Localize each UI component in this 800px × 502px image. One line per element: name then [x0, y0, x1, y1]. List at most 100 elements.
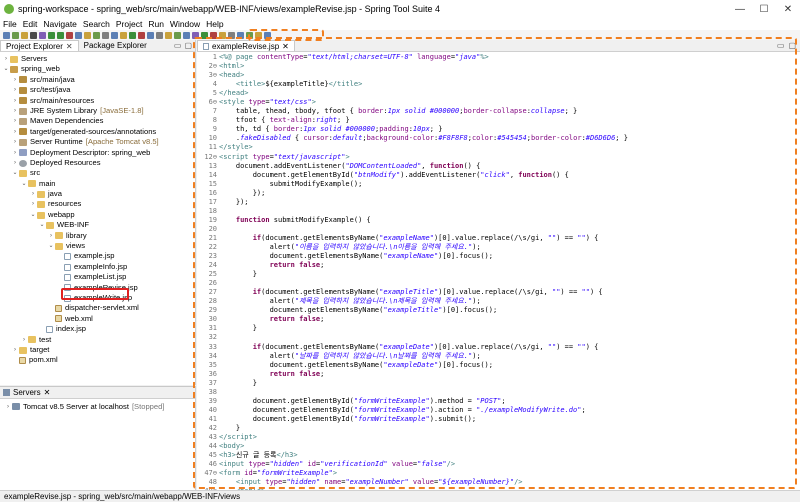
chevron-down-icon[interactable]: ⌄: [2, 64, 10, 74]
tree-item[interactable]: › java: [0, 189, 195, 199]
chevron-right-icon[interactable]: ›: [11, 158, 19, 168]
tree-item[interactable]: ⌄ views: [0, 241, 195, 251]
chevron-down-icon[interactable]: ⌄: [47, 241, 55, 251]
toolbar-button[interactable]: [165, 31, 172, 39]
menu-help[interactable]: Help: [206, 19, 223, 29]
chevron-down-icon[interactable]: ⌄: [20, 179, 28, 189]
toolbar-button[interactable]: [84, 31, 91, 39]
toolbar-button[interactable]: [120, 31, 127, 39]
chevron-down-icon[interactable]: ⌄: [29, 210, 37, 220]
maximize-button[interactable]: ☐: [752, 4, 776, 15]
toolbar-button[interactable]: [3, 31, 10, 39]
tree-item[interactable]: exampleList.jsp: [0, 272, 195, 282]
toolbar-button[interactable]: [12, 31, 19, 39]
tree-item[interactable]: › Server Runtime [Apache Tomcat v8.5]: [0, 137, 195, 147]
code-area[interactable]: 1 <%@ page contentType="text/html;charset…: [197, 52, 800, 502]
toolbar-button[interactable]: [93, 31, 100, 39]
tree-item[interactable]: exampleInfo.jsp: [0, 262, 195, 272]
close-button[interactable]: ✕: [776, 4, 800, 15]
menu-navigate[interactable]: Navigate: [43, 19, 77, 29]
tree-item[interactable]: index.jsp: [0, 324, 195, 334]
tab-project-explorer[interactable]: Project Explorer ✕: [0, 40, 79, 51]
toolbar-button[interactable]: [111, 31, 118, 39]
toolbar-button[interactable]: [21, 31, 28, 39]
chevron-right-icon[interactable]: ›: [11, 148, 19, 158]
toolbar-button[interactable]: [30, 31, 37, 39]
tree-item[interactable]: › Deployment Descriptor: spring_web: [0, 148, 195, 158]
toolbar-button[interactable]: [219, 31, 226, 39]
toolbar-button[interactable]: [48, 31, 55, 39]
tab-servers[interactable]: Servers: [13, 388, 41, 397]
toolbar-button[interactable]: [237, 31, 244, 39]
menu-window[interactable]: Window: [170, 19, 200, 29]
chevron-right-icon[interactable]: ›: [11, 116, 19, 126]
chevron-right-icon[interactable]: ›: [11, 137, 19, 147]
tab-exampleRevise-jsp[interactable]: exampleRevise.jsp ✕: [197, 40, 295, 51]
tree-item[interactable]: ⌄ spring_web: [0, 64, 195, 74]
tree-item[interactable]: › library: [0, 231, 195, 241]
tree-item[interactable]: › resources: [0, 199, 195, 209]
toolbar-button[interactable]: [66, 31, 73, 39]
chevron-right-icon[interactable]: ›: [11, 85, 19, 95]
tree-item[interactable]: example.jsp: [0, 251, 195, 261]
tree-item[interactable]: › target: [0, 345, 195, 355]
close-icon[interactable]: ✕: [66, 42, 73, 51]
toolbar-button[interactable]: [201, 31, 208, 39]
tab-package-explorer[interactable]: Package Explorer: [79, 40, 152, 51]
toolbar-button[interactable]: [174, 31, 181, 39]
toolbar-button[interactable]: [156, 31, 163, 39]
chevron-down-icon[interactable]: ⌄: [11, 168, 19, 178]
maximize-view-icon[interactable]: ▢: [788, 41, 796, 50]
tree-item[interactable]: ⌄ webapp: [0, 210, 195, 220]
toolbar-button[interactable]: [39, 31, 46, 39]
tree-item[interactable]: dispatcher-servlet.xml: [0, 303, 195, 313]
menu-project[interactable]: Project: [116, 19, 142, 29]
minimize-view-icon[interactable]: ▭: [174, 41, 182, 50]
tree-item[interactable]: › Deployed Resources: [0, 158, 195, 168]
tree-item[interactable]: web.xml: [0, 314, 195, 324]
tree-item[interactable]: ⌄ main: [0, 179, 195, 189]
toolbar-button[interactable]: [138, 31, 145, 39]
tree-item[interactable]: › target/generated-sources/annotations: [0, 127, 195, 137]
minimize-button[interactable]: —: [728, 4, 752, 15]
menu-file[interactable]: File: [3, 19, 17, 29]
chevron-right-icon[interactable]: ›: [11, 75, 19, 85]
server-entry[interactable]: › Tomcat v8.5 Server at localhost [Stopp…: [0, 401, 195, 412]
tree-item[interactable]: › src/main/resources: [0, 96, 195, 106]
close-icon[interactable]: ✕: [282, 42, 289, 51]
tree-item[interactable]: pom.xml: [0, 355, 195, 365]
toolbar-button[interactable]: [192, 31, 199, 39]
tree-item[interactable]: › Servers: [0, 54, 195, 64]
chevron-right-icon[interactable]: ›: [11, 96, 19, 106]
chevron-right-icon[interactable]: ›: [2, 54, 10, 64]
chevron-right-icon[interactable]: ›: [29, 199, 37, 209]
chevron-right-icon[interactable]: ›: [11, 127, 19, 137]
tree-item[interactable]: › JRE System Library [JavaSE-1.8]: [0, 106, 195, 116]
chevron-right-icon[interactable]: ›: [4, 404, 12, 410]
tree-item[interactable]: › Maven Dependencies: [0, 116, 195, 126]
chevron-right-icon[interactable]: ›: [47, 231, 55, 241]
toolbar-button[interactable]: [57, 31, 64, 39]
toolbar-button[interactable]: [129, 31, 136, 39]
chevron-down-icon[interactable]: ⌄: [38, 220, 46, 230]
menu-search[interactable]: Search: [83, 19, 110, 29]
close-icon[interactable]: ✕: [44, 388, 51, 397]
tree-item[interactable]: › src/main/java: [0, 75, 195, 85]
toolbar-button[interactable]: [228, 31, 235, 39]
menu-edit[interactable]: Edit: [23, 19, 38, 29]
toolbar-button[interactable]: [75, 31, 82, 39]
toolbar-button[interactable]: [264, 31, 271, 39]
toolbar-button[interactable]: [147, 31, 154, 39]
tree-item[interactable]: ⌄ src: [0, 168, 195, 178]
menu-run[interactable]: Run: [148, 19, 164, 29]
tree-item[interactable]: › src/test/java: [0, 85, 195, 95]
toolbar-button[interactable]: [183, 31, 190, 39]
maximize-view-icon[interactable]: ▢: [184, 41, 192, 50]
toolbar-button[interactable]: [210, 31, 217, 39]
toolbar-button[interactable]: [255, 31, 262, 39]
minimize-view-icon[interactable]: ▭: [777, 41, 785, 50]
chevron-right-icon[interactable]: ›: [20, 335, 28, 345]
chevron-right-icon[interactable]: ›: [11, 106, 19, 116]
chevron-right-icon[interactable]: ›: [11, 345, 19, 355]
chevron-right-icon[interactable]: ›: [29, 189, 37, 199]
